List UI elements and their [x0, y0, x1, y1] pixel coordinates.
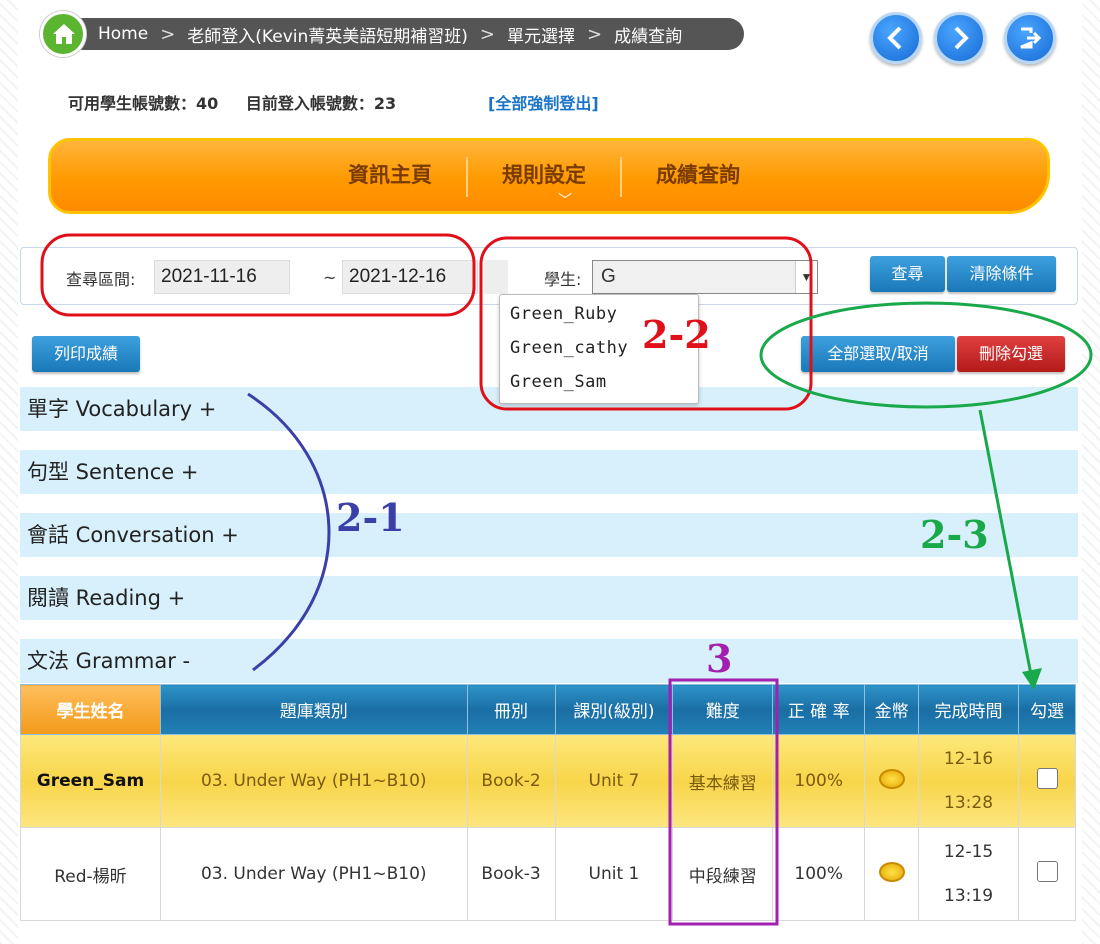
cell-difficulty: 中段練習: [672, 827, 774, 921]
breadcrumb-teacher-login[interactable]: 老師登入(Kevin菁英美語短期補習班): [187, 22, 468, 47]
cell-name: Red-楊昕: [20, 827, 161, 921]
account-stats: 可用學生帳號數：40 目前登入帳號數：23: [68, 90, 418, 114]
header-completion-time[interactable]: 完成時間: [918, 684, 1019, 735]
header-unit[interactable]: 課別(級別): [554, 684, 674, 735]
start-date-input[interactable]: 2021-11-16: [154, 260, 290, 294]
annotation-label-2-3: 2-3: [920, 512, 989, 557]
print-scores-button[interactable]: 列印成績: [32, 336, 140, 372]
menu-info-home[interactable]: 資訊主頁: [340, 157, 466, 197]
coin-icon: [878, 861, 905, 882]
blank-field: [484, 260, 508, 294]
dropdown-option[interactable]: Green_Sam: [500, 369, 698, 403]
cell-unit: Unit 7: [554, 734, 674, 828]
cell-book: Book-2: [466, 734, 556, 828]
student-select-value: G: [601, 266, 616, 287]
cell-coins: [864, 827, 920, 921]
row-checkbox[interactable]: [1036, 861, 1058, 882]
right-border-pattern: [1082, 0, 1100, 944]
chevron-down-icon: ﹀: [558, 193, 572, 209]
header-book[interactable]: 冊別: [466, 684, 556, 735]
breadcrumb-separator: >: [479, 23, 495, 45]
header-category[interactable]: 題庫類別: [159, 684, 468, 735]
chevron-down-icon[interactable]: ▼: [795, 261, 817, 293]
cell-completion-time: 12-16 13:28: [918, 734, 1019, 828]
back-arrow-icon[interactable]: [870, 12, 922, 64]
date-range-tilde: ~: [323, 268, 337, 287]
available-accounts: 可用學生帳號數：40: [68, 94, 219, 113]
row-checkbox[interactable]: [1036, 768, 1058, 789]
accordion-grammar[interactable]: 文法 Grammar -: [20, 639, 1078, 683]
query-button[interactable]: 查尋: [870, 256, 945, 292]
student-select[interactable]: G ▼: [592, 260, 818, 294]
accordion-sentence[interactable]: 句型 Sentence +: [20, 450, 1078, 494]
left-border-pattern: [0, 0, 18, 944]
home-icon[interactable]: [40, 11, 86, 57]
cell-category: 03. Under Way (PH1~B10): [159, 827, 468, 921]
cell-accuracy: 100%: [772, 734, 866, 828]
cell-category: 03. Under Way (PH1~B10): [159, 734, 468, 828]
completion-date: 12-16: [943, 749, 994, 769]
coin-icon: [878, 768, 905, 789]
header-student-name[interactable]: 學生姓名: [20, 684, 161, 735]
table-row[interactable]: Red-楊昕 03. Under Way (PH1~B10) Book-3 Un…: [20, 827, 1076, 921]
breadcrumb-separator: >: [160, 23, 176, 45]
logout-icon[interactable]: [1004, 12, 1056, 64]
main-menu: 資訊主頁 規則設定 成績查詢: [340, 157, 774, 197]
header-accuracy[interactable]: 正 確 率: [772, 684, 866, 735]
completion-clock: 13:19: [944, 886, 994, 906]
forward-arrow-icon[interactable]: [934, 12, 986, 64]
select-all-button[interactable]: 全部選取/取消: [801, 336, 955, 372]
breadcrumb-home[interactable]: Home: [98, 24, 148, 44]
delete-checked-button[interactable]: 刪除勾選: [957, 336, 1065, 372]
header-check[interactable]: 勾選: [1018, 684, 1076, 735]
completion-clock: 13:28: [944, 793, 994, 813]
cell-completion-time: 12-15 13:19: [918, 827, 1019, 921]
scores-table: 學生姓名 題庫類別 冊別 課別(級別) 難度 正 確 率 金幣 完成時間 勾選 …: [20, 684, 1076, 921]
cell-check: [1018, 827, 1076, 921]
accordion-reading[interactable]: 閱讀 Reading +: [20, 576, 1078, 620]
cell-book: Book-3: [466, 827, 556, 921]
breadcrumb-score-query: 成績查詢: [614, 26, 683, 47]
annotation-label-2-2: 2-2: [642, 312, 711, 357]
annotation-label-3: 3: [706, 636, 733, 681]
breadcrumb: Home > 老師登入(Kevin菁英美語短期補習班) > 單元選擇 > 成績查…: [40, 18, 744, 50]
table-header-row: 學生姓名 題庫類別 冊別 課別(級別) 難度 正 確 率 金幣 完成時間 勾選: [20, 684, 1076, 735]
breadcrumb-separator: >: [586, 23, 603, 45]
cell-unit: Unit 1: [554, 827, 674, 921]
end-date-input[interactable]: 2021-12-16: [342, 260, 478, 294]
header-coins[interactable]: 金幣: [864, 684, 920, 735]
force-logout-link[interactable]: [全部強制登出]: [488, 90, 599, 114]
cell-check: [1018, 734, 1076, 828]
menu-rule-settings[interactable]: 規則設定: [466, 157, 620, 197]
table-row[interactable]: Green_Sam 03. Under Way (PH1~B10) Book-2…: [20, 734, 1076, 828]
completion-date: 12-15: [943, 842, 994, 862]
cell-name: Green_Sam: [20, 734, 161, 828]
student-label: 學生:: [544, 270, 582, 289]
clear-conditions-button[interactable]: 清除條件: [947, 256, 1056, 292]
logged-in-accounts: 目前登入帳號數：23: [245, 94, 397, 113]
menu-score-query[interactable]: 成績查詢: [620, 157, 774, 197]
header-difficulty[interactable]: 難度: [672, 684, 774, 735]
date-range-label: 查尋區間:: [66, 270, 136, 289]
cell-coins: [864, 734, 920, 828]
annotation-label-2-1: 2-1: [336, 495, 405, 540]
cell-accuracy: 100%: [772, 827, 866, 921]
cell-difficulty: 基本練習: [672, 734, 774, 828]
breadcrumb-unit-select[interactable]: 單元選擇: [507, 22, 575, 47]
